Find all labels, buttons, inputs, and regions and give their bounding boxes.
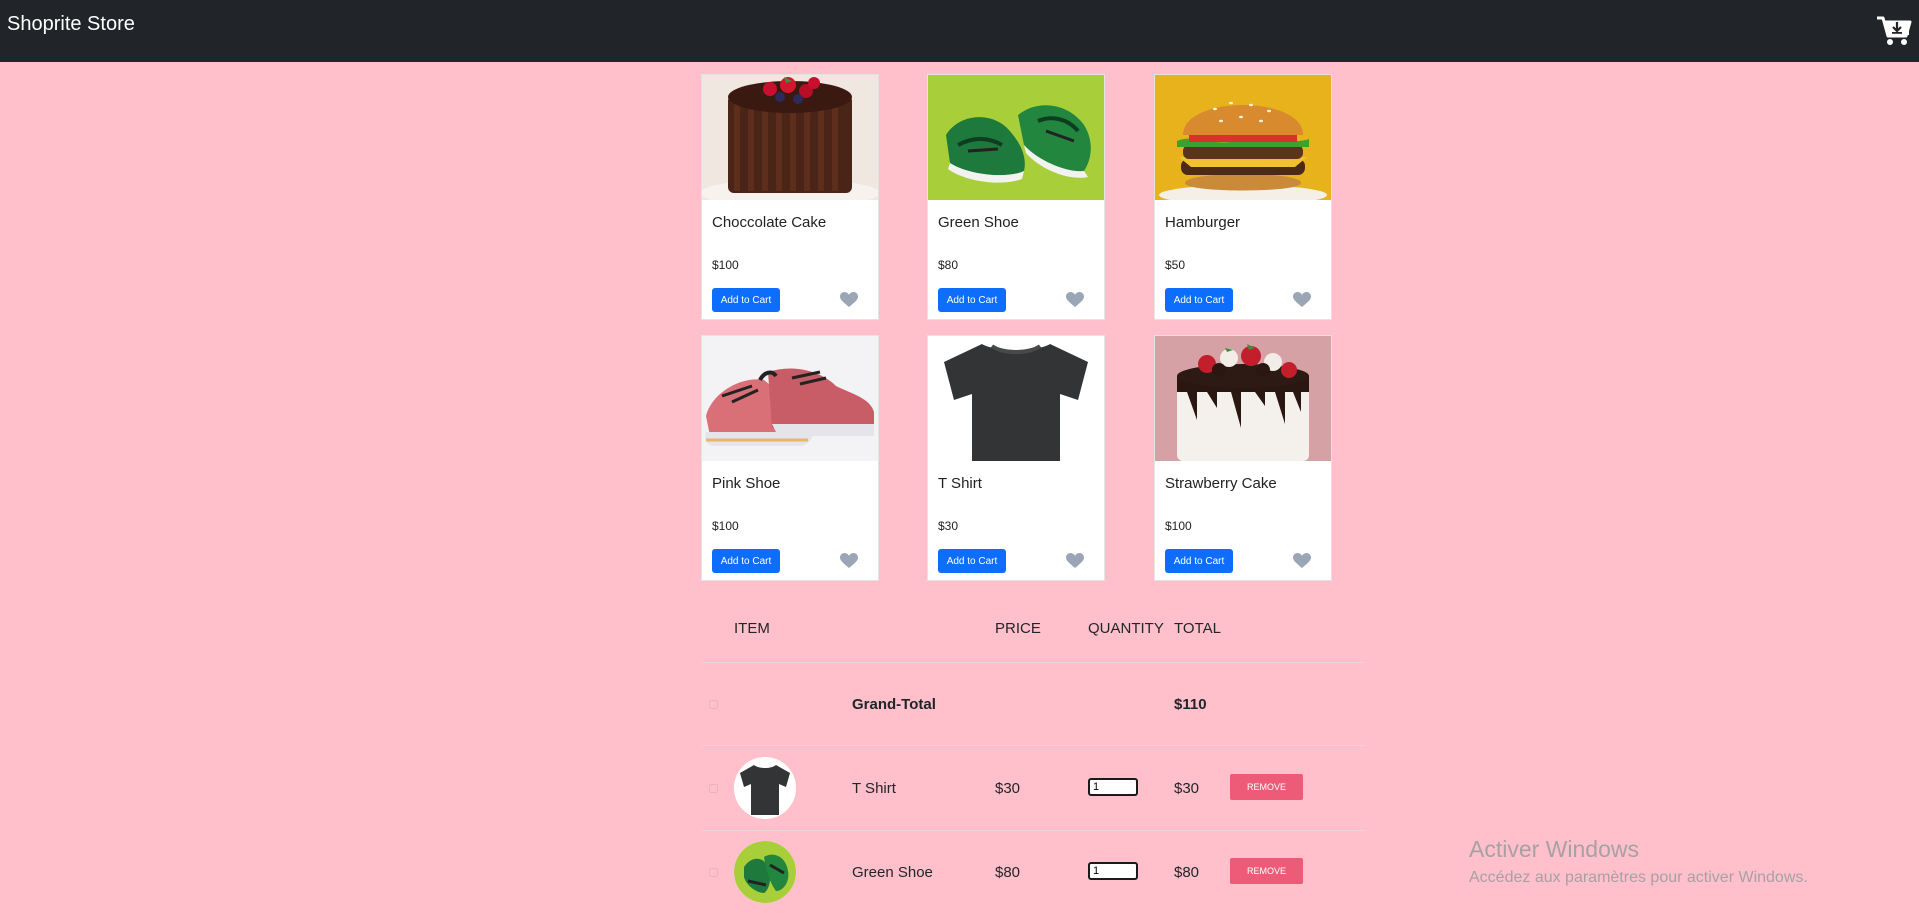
product-price: $30 — [938, 519, 959, 533]
store-brand[interactable]: Shoprite Store — [7, 13, 135, 36]
product-card: Choccolate Cake $100 Add to Cart — [701, 74, 879, 320]
row-checkbox[interactable] — [709, 784, 718, 793]
divider — [701, 662, 1365, 663]
cart-download-icon[interactable] — [1876, 12, 1912, 48]
header-item: ITEM — [734, 620, 770, 637]
top-navbar: Shoprite Store — [0, 0, 1919, 62]
product-card: Green Shoe $80 Add to Cart — [927, 74, 1105, 320]
grand-total-value: $110 — [1174, 696, 1207, 713]
cart-item-name: Green Shoe — [852, 864, 933, 881]
strawberry-cake-image[interactable] — [1155, 336, 1331, 461]
product-name: Pink Shoe — [712, 475, 781, 492]
product-name: Hamburger — [1165, 214, 1241, 231]
product-name: Strawberry Cake — [1165, 475, 1277, 492]
header-price: PRICE — [995, 620, 1041, 637]
cart-item-price: $30 — [995, 780, 1021, 797]
add-to-cart-button[interactable]: Add to Cart — [938, 549, 1006, 573]
product-card: Strawberry Cake $100 Add to Cart — [1154, 335, 1332, 581]
product-name: T Shirt — [938, 475, 982, 492]
add-to-cart-button[interactable]: Add to Cart — [1165, 288, 1233, 312]
heart-icon[interactable] — [1293, 292, 1311, 308]
cart-item-name: T Shirt — [852, 780, 896, 797]
quantity-input[interactable] — [1088, 778, 1138, 796]
t-shirt-thumbnail — [734, 757, 796, 819]
add-to-cart-button[interactable]: Add to Cart — [938, 288, 1006, 312]
windows-activation-watermark: Activer Windows Accédez aux paramètres p… — [1469, 836, 1808, 887]
row-checkbox[interactable] — [709, 868, 718, 877]
product-card: Hamburger $50 Add to Cart — [1154, 74, 1332, 320]
product-card: Pink Shoe $100 Add to Cart — [701, 335, 879, 581]
add-to-cart-button[interactable]: Add to Cart — [712, 288, 780, 312]
grand-total-label: Grand-Total — [852, 696, 936, 713]
watermark-subtitle: Accédez aux paramètres pour activer Wind… — [1469, 869, 1808, 886]
green-shoe-thumbnail — [734, 841, 796, 903]
divider — [701, 745, 1365, 746]
header-quantity: QUANTITY — [1088, 620, 1164, 637]
product-price: $100 — [712, 258, 739, 272]
pink-shoe-image[interactable] — [702, 336, 878, 461]
heart-icon[interactable] — [840, 292, 858, 308]
heart-icon[interactable] — [840, 553, 858, 569]
heart-icon[interactable] — [1066, 553, 1084, 569]
quantity-input[interactable] — [1088, 862, 1138, 880]
green-shoe-image[interactable] — [928, 75, 1104, 200]
remove-button[interactable]: REMOVE — [1230, 774, 1303, 800]
product-price: $50 — [1165, 258, 1186, 272]
cart-item-price: $80 — [995, 864, 1021, 881]
product-price: $80 — [938, 258, 959, 272]
add-to-cart-button[interactable]: Add to Cart — [712, 549, 780, 573]
cart-item-total: $30 — [1174, 780, 1200, 797]
cart-item-total: $80 — [1174, 864, 1200, 881]
watermark-title: Activer Windows — [1469, 836, 1639, 862]
product-price: $100 — [712, 519, 739, 533]
heart-icon[interactable] — [1066, 292, 1084, 308]
product-price: $100 — [1165, 519, 1192, 533]
product-card: T Shirt $30 Add to Cart — [927, 335, 1105, 581]
divider — [701, 830, 1365, 831]
product-name: Green Shoe — [938, 214, 1019, 231]
select-all-checkbox[interactable] — [709, 700, 718, 709]
header-total: TOTAL — [1174, 620, 1221, 637]
t-shirt-image[interactable] — [928, 336, 1104, 461]
heart-icon[interactable] — [1293, 553, 1311, 569]
remove-button[interactable]: REMOVE — [1230, 858, 1303, 884]
chocolate-cake-image[interactable] — [702, 75, 878, 200]
product-name: Choccolate Cake — [712, 214, 827, 231]
hamburger-image[interactable] — [1155, 75, 1331, 200]
add-to-cart-button[interactable]: Add to Cart — [1165, 549, 1233, 573]
